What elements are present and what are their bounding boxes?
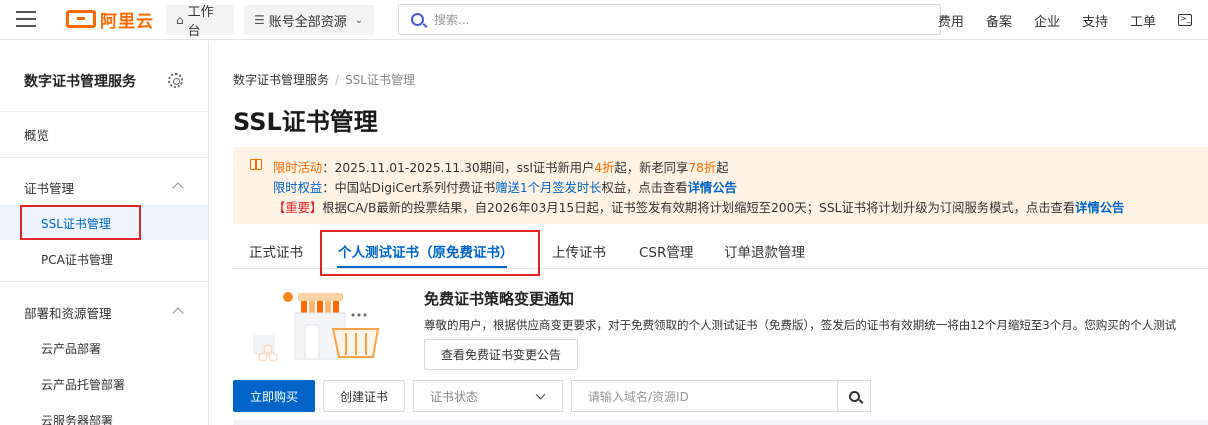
sidebar-item-cloud-deploy[interactable]: 云产品部署 bbox=[41, 340, 101, 357]
notice-line-2: 限时权益：中国站DigiCert系列付费证书赠送1个月签发时长权益，点击查看详情… bbox=[273, 178, 737, 196]
notice-discount: 4折 bbox=[594, 161, 615, 175]
notice-text: 起，新老同享 bbox=[614, 161, 689, 175]
chevron-up-icon[interactable] bbox=[172, 182, 184, 194]
notice-text: 起 bbox=[716, 161, 729, 175]
shop-illustration bbox=[253, 292, 380, 362]
notice-text: 根据CA/B最新的投票结果，自2026年03月15日起，证书签发有效期将计划缩短… bbox=[322, 201, 1076, 215]
workbench-button[interactable]: ⌂ 工作台 bbox=[166, 5, 234, 39]
domain-search-input[interactable]: 请输入域名/资源ID bbox=[571, 380, 838, 412]
promo-notice: 限时活动：2025.11.01-2025.11.30期间，ssl证书新用户4折起… bbox=[233, 147, 1208, 224]
tab-official-cert[interactable]: 正式证书 bbox=[249, 241, 303, 261]
top-nav-bar: 阿里云 ⌂ 工作台 ☰ 账号全部资源 ⌄ 搜索... 费用 备案 企业 支持 工… bbox=[0, 0, 1208, 40]
breadcrumb-current: SSL证书管理 bbox=[345, 73, 415, 87]
notice-detail-link[interactable]: 详情公告 bbox=[1075, 201, 1124, 215]
create-cert-button[interactable]: 创建证书 bbox=[323, 380, 405, 412]
cert-status-select[interactable]: 证书状态 bbox=[413, 380, 563, 412]
buy-now-button[interactable]: 立即购买 bbox=[233, 380, 315, 412]
top-link-tickets[interactable]: 工单 bbox=[1130, 11, 1156, 30]
search-icon bbox=[411, 13, 424, 26]
aliyun-logo[interactable]: 阿里云 bbox=[66, 8, 154, 32]
menu-icon[interactable] bbox=[16, 11, 36, 27]
domain-search-button[interactable] bbox=[837, 380, 871, 412]
logo-text: 阿里云 bbox=[100, 11, 154, 32]
sidebar-item-overview[interactable]: 概览 bbox=[24, 125, 49, 144]
chevron-up-icon[interactable] bbox=[172, 307, 184, 319]
notice-text: ：中国站DigiCert系列付费证书 bbox=[322, 181, 496, 195]
notice-important-label: 【重要】 bbox=[273, 201, 323, 215]
table-header bbox=[233, 420, 1208, 425]
breadcrumb: 数字证书管理服务 / SSL证书管理 bbox=[233, 71, 415, 88]
top-links: 费用 备案 企业 支持 工单 >_ bbox=[916, 0, 1192, 40]
sidebar-group-cert-management[interactable]: 证书管理 bbox=[24, 178, 74, 197]
tab-csr-management[interactable]: CSR管理 bbox=[639, 241, 693, 261]
terminal-icon[interactable]: >_ bbox=[1178, 14, 1192, 26]
logo-mark-icon bbox=[66, 10, 96, 28]
search-placeholder: 搜索... bbox=[434, 13, 470, 27]
divider bbox=[0, 157, 208, 158]
highlight-box-ssl bbox=[20, 205, 141, 240]
tab-order-refund[interactable]: 订单退款管理 bbox=[724, 241, 805, 261]
notice-detail-link[interactable]: 详情公告 bbox=[688, 181, 737, 195]
sidebar-title: 数字证书管理服务 bbox=[24, 74, 136, 90]
global-search-input[interactable]: 搜索... bbox=[398, 4, 941, 35]
notice-discount: 78折 bbox=[688, 161, 717, 175]
gear-icon[interactable] bbox=[168, 73, 183, 88]
notice-label: 限时活动 bbox=[273, 161, 323, 175]
policy-description: 尊敬的用户，根据供应商变更要求，对于免费领取的个人测试证书（免费版），签发后的证… bbox=[424, 318, 1177, 332]
view-announcement-button[interactable]: 查看免费证书变更公告 bbox=[424, 339, 578, 370]
cert-status-placeholder: 证书状态 bbox=[430, 389, 479, 404]
account-resources-label: 账号全部资源 bbox=[268, 14, 347, 30]
chevron-down-icon: ⌄ bbox=[354, 14, 364, 26]
sidebar-item-cloud-hosted[interactable]: 云产品托管部署 bbox=[41, 376, 125, 393]
sidebar-item-pca[interactable]: PCA证书管理 bbox=[41, 251, 113, 268]
divider bbox=[0, 111, 208, 112]
divider bbox=[0, 281, 208, 282]
home-icon: ⌂ bbox=[176, 13, 184, 27]
breadcrumb-separator: / bbox=[335, 73, 340, 87]
notice-line-3: 【重要】根据CA/B最新的投票结果，自2026年03月15日起，证书签发有效期将… bbox=[273, 198, 1124, 216]
page-title: SSL证书管理 bbox=[233, 108, 378, 136]
notice-text: 权益，点击查看 bbox=[601, 181, 688, 195]
policy-title: 免费证书策略变更通知 bbox=[424, 290, 575, 308]
gift-icon bbox=[250, 159, 262, 170]
search-icon bbox=[848, 390, 860, 402]
top-link-support[interactable]: 支持 bbox=[1082, 11, 1108, 30]
top-link-enterprise[interactable]: 企业 bbox=[1034, 11, 1060, 30]
sidebar: 数字证书管理服务 概览 证书管理 SSL证书管理 PCA证书管理 部署和资源管理… bbox=[0, 41, 209, 425]
domain-search-placeholder: 请输入域名/资源ID bbox=[588, 389, 689, 404]
highlight-box-tab bbox=[320, 230, 540, 276]
tab-upload-cert[interactable]: 上传证书 bbox=[552, 241, 606, 261]
account-resources-dropdown[interactable]: ☰ 账号全部资源 ⌄ bbox=[244, 5, 374, 35]
sidebar-item-server-deploy[interactable]: 云服务器部署 bbox=[41, 412, 113, 425]
list-icon: ☰ bbox=[254, 13, 265, 27]
breadcrumb-item[interactable]: 数字证书管理服务 bbox=[233, 73, 329, 87]
notice-highlight: 赠送1个月签发时长 bbox=[495, 181, 602, 195]
workbench-label: 工作台 bbox=[187, 5, 214, 39]
notice-text: ：2025.11.01-2025.11.30期间，ssl证书新用户 bbox=[322, 161, 595, 175]
notice-label: 限时权益 bbox=[273, 181, 323, 195]
top-link-fees[interactable]: 费用 bbox=[938, 11, 964, 30]
sidebar-group-deploy[interactable]: 部署和资源管理 bbox=[24, 303, 112, 322]
notice-line-1: 限时活动：2025.11.01-2025.11.30期间，ssl证书新用户4折起… bbox=[273, 158, 729, 176]
chevron-down-icon bbox=[535, 389, 546, 400]
top-link-icp[interactable]: 备案 bbox=[986, 11, 1012, 30]
